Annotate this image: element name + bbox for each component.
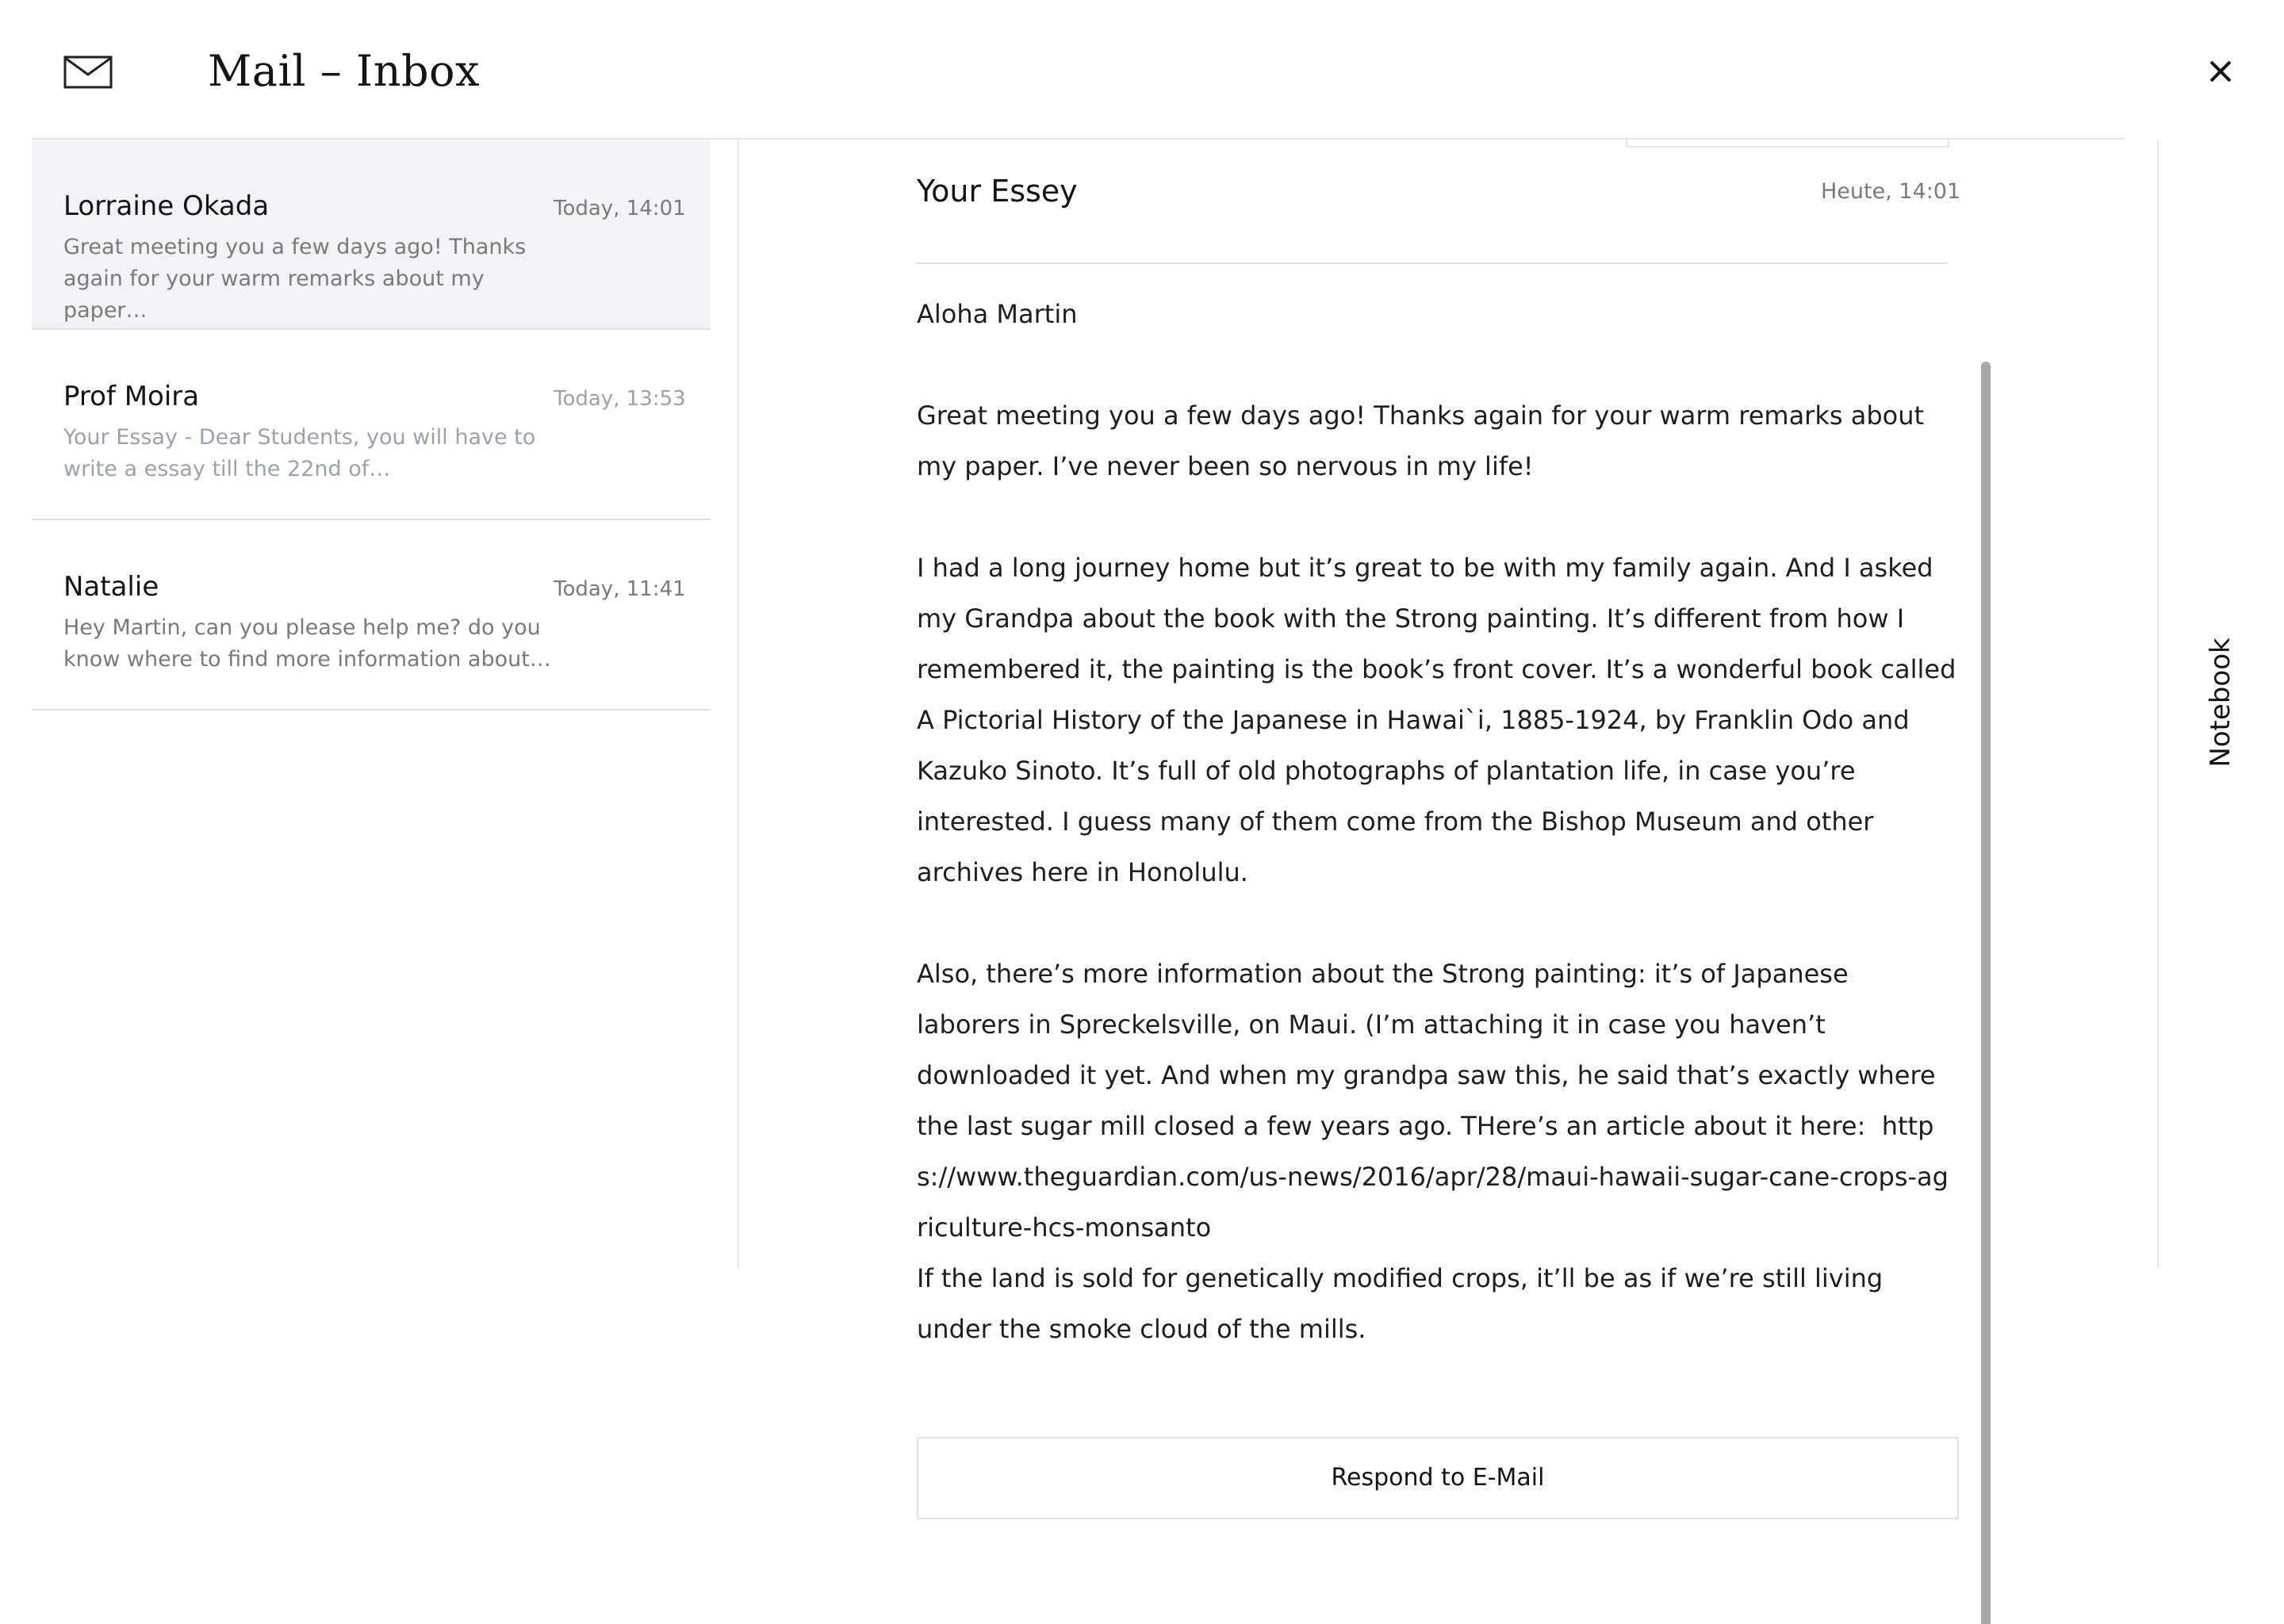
mail-time: Today, 13:53 — [554, 387, 686, 411]
message-divider — [917, 262, 1948, 264]
respond-button[interactable]: Respond to E-Mail — [917, 1437, 1959, 1519]
message-greeting: Aloha Martin — [917, 299, 1078, 329]
mail-app: Mail – Inbox Lorraine Okada Today, 14:01… — [0, 0, 2284, 1624]
message-paragraph: Great meeting you a few days ago! Thanks… — [917, 400, 1925, 481]
message-date: Heute, 14:01 — [1821, 179, 1961, 204]
mail-time: Today, 14:01 — [554, 197, 686, 220]
mail-preview: Great meeting you a few days ago! Thanks… — [63, 235, 527, 323]
message-paragraph: If the land is sold for genetically modi… — [917, 1263, 1884, 1344]
list-item[interactable]: Natalie Today, 11:41 Hey Martin, can you… — [32, 520, 711, 710]
scrollbar[interactable] — [1981, 362, 1991, 1624]
message-paragraph: I had a long journey home but it’s great… — [917, 553, 1956, 887]
close-icon[interactable] — [2198, 49, 2243, 94]
mail-preview: Hey Martin, can you please help me? do y… — [63, 615, 551, 672]
mail-time: Today, 11:41 — [554, 577, 686, 601]
mail-preview: Your Essay - Dear Students, you will hav… — [63, 425, 536, 481]
message-body: Great meeting you a few days ago! Thanks… — [917, 390, 1957, 1405]
message-paragraph-text: Also, there’s more information about the… — [917, 959, 1936, 1141]
mail-icon — [63, 56, 113, 89]
mail-sender: Prof Moira — [63, 381, 200, 412]
inbox-list: Lorraine Okada Today, 14:01 Great meetin… — [32, 140, 711, 710]
list-item[interactable]: Lorraine Okada Today, 14:01 Great meetin… — [32, 140, 711, 330]
header: Mail – Inbox — [0, 0, 2284, 140]
message-subject: Your Essey — [917, 174, 1078, 209]
message-top-tab — [1626, 140, 1949, 147]
list-item[interactable]: Prof Moira Today, 13:53 Your Essay - Dea… — [32, 330, 711, 520]
page-title: Mail – Inbox — [208, 46, 480, 96]
list-divider — [738, 140, 739, 1269]
mail-sender: Natalie — [63, 571, 159, 603]
mail-sender: Lorraine Okada — [63, 190, 270, 222]
notebook-label: Notebook — [2205, 638, 2236, 768]
message-paragraph: Also, there’s more information about the… — [917, 948, 1957, 1253]
